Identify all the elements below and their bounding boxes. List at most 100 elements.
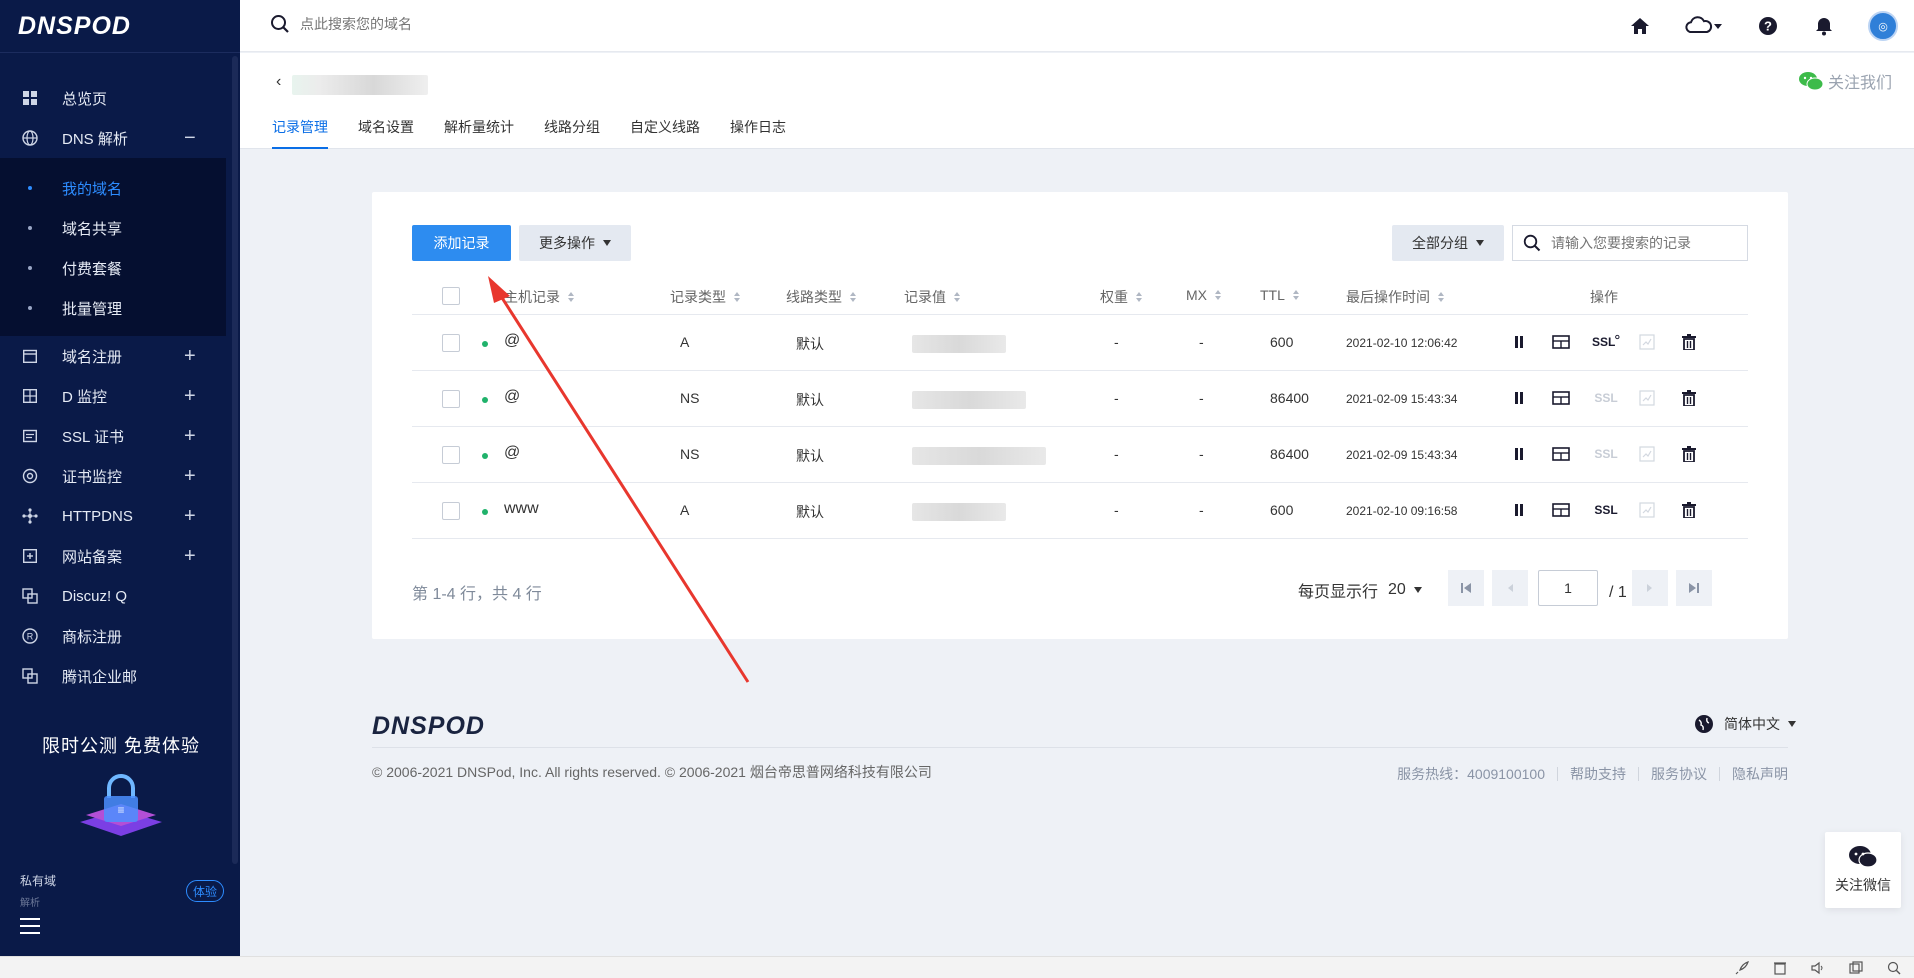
trial-badge[interactable]: 体验	[186, 880, 224, 902]
cell-host[interactable]: www	[504, 500, 539, 518]
edit-record-icon[interactable]	[1550, 441, 1572, 467]
row-checkbox[interactable]	[442, 502, 460, 520]
rocket-icon[interactable]	[1734, 960, 1750, 976]
agreement-link[interactable]: 服务协议	[1651, 764, 1707, 784]
sidebar-item-overview[interactable]: 总览页	[0, 78, 226, 118]
per-page-select[interactable]: 每页显示行 20	[1298, 578, 1422, 602]
sidebar-item-domain-register[interactable]: 域名注册 +	[0, 336, 226, 376]
sidebar-scrollbar[interactable]	[232, 56, 238, 864]
sidebar-item-discuz[interactable]: Discuz! Q	[0, 576, 226, 616]
expand-icon[interactable]: +	[184, 345, 196, 368]
footer-logo[interactable]: DNSPOD	[372, 712, 485, 741]
back-icon[interactable]: ‹	[276, 73, 281, 91]
delete-icon[interactable]	[1678, 329, 1700, 355]
delete-icon[interactable]	[1678, 497, 1700, 523]
dnspod-logo[interactable]: DNSPOD	[18, 12, 131, 41]
pause-icon[interactable]	[1508, 497, 1530, 523]
expand-icon[interactable]: +	[184, 385, 196, 408]
sidebar-item-exmail[interactable]: 腾讯企业邮	[0, 656, 226, 696]
sidebar-item-httpdns[interactable]: HTTPDNS +	[0, 496, 226, 536]
cell-line: 默认	[796, 336, 824, 352]
first-page-icon[interactable]	[1448, 570, 1484, 606]
tab-custom-lines[interactable]: 自定义线路	[630, 108, 700, 148]
sidebar-item-ssl[interactable]: SSL 证书 +	[0, 416, 226, 456]
bell-icon[interactable]	[1812, 14, 1836, 38]
more-actions-button[interactable]: 更多操作	[519, 225, 631, 261]
col-updated[interactable]: 最后操作时间	[1346, 287, 1444, 307]
sidebar-item-batch[interactable]: 批量管理	[0, 288, 226, 328]
select-all-checkbox[interactable]	[442, 287, 460, 305]
help-link[interactable]: 帮助支持	[1570, 764, 1626, 784]
delete-icon[interactable]	[1678, 385, 1700, 411]
col-line[interactable]: 线路类型	[786, 287, 856, 307]
collapse-icon[interactable]: −	[184, 127, 196, 150]
tab-operation-log[interactable]: 操作日志	[730, 108, 786, 148]
wechat-follow-button[interactable]: 关注微信	[1825, 832, 1901, 908]
row-checkbox[interactable]	[442, 334, 460, 352]
sidebar-item-my-domains[interactable]: 我的域名	[0, 168, 226, 208]
sidebar-item-trademark[interactable]: R 商标注册	[0, 616, 226, 656]
search-icon[interactable]	[1523, 234, 1541, 252]
sidebar-item-d-monitor[interactable]: D 监控 +	[0, 376, 226, 416]
window-icon[interactable]	[1848, 960, 1864, 976]
tab-domain-settings[interactable]: 域名设置	[358, 108, 414, 148]
group-filter-dropdown[interactable]: 全部分组	[1392, 225, 1504, 261]
sidebar-item-cert-monitor[interactable]: 证书监控 +	[0, 456, 226, 496]
sidebar-item-label: D 监控	[62, 388, 108, 406]
cell-host[interactable]: @	[504, 444, 520, 462]
language-selector[interactable]: 简体中文	[1694, 714, 1796, 734]
col-type[interactable]: 记录类型	[670, 287, 740, 307]
cloud-icon[interactable]	[1684, 14, 1724, 38]
expand-icon[interactable]: +	[184, 425, 196, 448]
search-icon[interactable]	[270, 14, 290, 34]
expand-icon[interactable]: +	[184, 465, 196, 488]
edit-record-icon[interactable]	[1550, 497, 1572, 523]
privacy-link[interactable]: 隐私声明	[1732, 764, 1788, 784]
search-input[interactable]	[300, 16, 600, 32]
expand-icon[interactable]: +	[184, 505, 196, 528]
speaker-icon[interactable]	[1810, 960, 1826, 976]
page-number-input[interactable]	[1538, 570, 1598, 606]
private-domain-label[interactable]: 私有域	[20, 872, 56, 889]
sidebar-item-label: HTTPDNS	[62, 507, 133, 525]
help-icon[interactable]: ?	[1756, 14, 1780, 38]
edit-record-icon[interactable]	[1550, 329, 1572, 355]
zoom-icon[interactable]	[1886, 960, 1902, 976]
tab-stats[interactable]: 解析量统计	[444, 108, 514, 148]
ssl-button[interactable]: SSL	[1592, 329, 1620, 355]
col-host[interactable]: 主机记录	[504, 287, 574, 307]
last-page-icon[interactable]	[1676, 570, 1712, 606]
pause-icon[interactable]	[1508, 385, 1530, 411]
sidebar-item-domain-share[interactable]: 域名共享	[0, 208, 226, 248]
trash-icon[interactable]	[1772, 960, 1788, 976]
row-checkbox[interactable]	[442, 446, 460, 464]
col-label: 线路类型	[786, 289, 842, 305]
delete-icon[interactable]	[1678, 441, 1700, 467]
sidebar-item-icp[interactable]: 网站备案 +	[0, 536, 226, 576]
cell-host[interactable]: @	[504, 332, 520, 350]
tab-line-groups[interactable]: 线路分组	[544, 108, 600, 148]
sidebar-item-paid-plans[interactable]: 付费套餐	[0, 248, 226, 288]
cell-host[interactable]: @	[504, 388, 520, 406]
menu-toggle-icon[interactable]	[20, 918, 40, 934]
follow-us-link[interactable]: 关注我们	[1798, 69, 1892, 93]
row-checkbox[interactable]	[442, 390, 460, 408]
avatar[interactable]: ◎	[1868, 11, 1898, 41]
pause-icon[interactable]	[1508, 329, 1530, 355]
col-value[interactable]: 记录值	[904, 287, 960, 307]
add-record-button[interactable]: 添加记录	[412, 225, 511, 261]
expand-icon[interactable]: +	[184, 545, 196, 568]
sidebar-item-dns[interactable]: DNS 解析 −	[0, 118, 226, 158]
col-mx[interactable]: MX	[1186, 287, 1221, 303]
pause-icon[interactable]	[1508, 441, 1530, 467]
cell-ttl: 86400	[1270, 390, 1309, 406]
sidebar-item-label: 总览页	[62, 90, 108, 108]
ssl-button[interactable]: SSL	[1592, 497, 1620, 523]
col-weight[interactable]: 权重	[1100, 287, 1142, 307]
promo-banner[interactable]: 限时公测 免费体验 ≡	[0, 720, 232, 850]
col-ttl[interactable]: TTL	[1260, 287, 1299, 303]
record-search-input[interactable]	[1551, 235, 1741, 251]
home-icon[interactable]	[1628, 14, 1652, 38]
edit-record-icon[interactable]	[1550, 385, 1572, 411]
tab-records[interactable]: 记录管理	[272, 108, 328, 149]
